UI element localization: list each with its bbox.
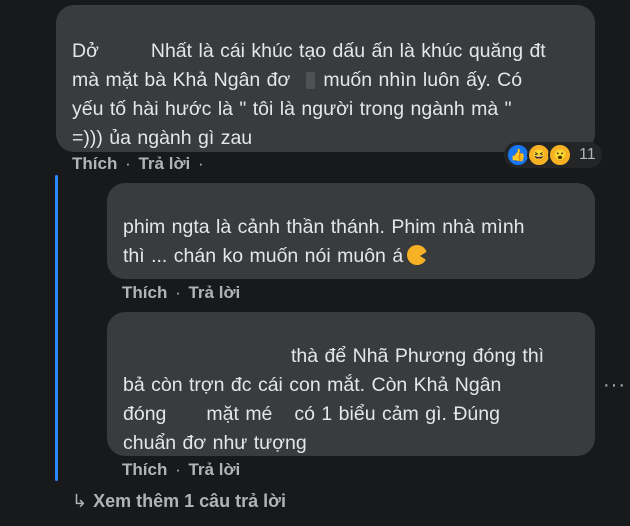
comment-text: =))) ủa ngành gì zau xyxy=(72,127,253,149)
reply-button[interactable]: Trả lời xyxy=(188,460,240,479)
comment-text: Dở xyxy=(72,40,99,62)
reply-actions: Thích · Trả lời xyxy=(122,283,240,303)
separator-dot: · xyxy=(175,283,181,302)
reply-bubble: phim ngta là cảnh thần thánh. Phim nhà m… xyxy=(107,183,595,279)
comment-text: thì ... chán ko muốn nói muôn á xyxy=(123,245,404,267)
see-more-replies-link[interactable]: ↳ Xem thêm 1 câu trả lời xyxy=(72,491,286,512)
see-more-label: Xem thêm 1 câu trả lời xyxy=(93,491,286,511)
comment-actions: Thích · Trả lời · xyxy=(72,154,207,174)
reply-actions: Thích · Trả lời xyxy=(122,460,240,480)
reply-arrow-icon: ↳ xyxy=(72,491,88,511)
comment-text: chuẩn đơ như tượng xyxy=(123,432,307,454)
like-button[interactable]: Thích xyxy=(122,460,167,479)
more-options-icon[interactable]: ··· xyxy=(603,374,626,397)
comment-text: mặt mé xyxy=(206,403,273,425)
reaction-count: 11 xyxy=(579,146,596,163)
comment-text: đóng xyxy=(123,403,167,425)
comment-text: bả còn trợn đc cái con mắt. Còn Khả Ngân xyxy=(123,374,502,396)
comment-text: muốn nhìn luôn ấy. Có xyxy=(323,69,523,91)
like-button[interactable]: Thích xyxy=(122,283,167,302)
comment-text: thà để Nhã Phương đóng thì xyxy=(291,345,545,367)
reply-button[interactable]: Trả lời xyxy=(138,154,190,173)
comment-text: mà mặt bà Khả Ngân đơ xyxy=(72,69,291,91)
comment-line: mà mặt bà Khả Ngân đơ muốn nhìn luôn ấy. … xyxy=(72,66,577,95)
wow-icon: 😮 xyxy=(548,143,572,167)
comment-text: yếu tố hài hước là " tôi là người trong … xyxy=(72,98,512,120)
reaction-summary[interactable]: 👍 😆 😮 11 xyxy=(504,142,602,168)
comment-text: Nhất là cái khúc tạo dấu ấn là khúc quăn… xyxy=(150,40,546,62)
redacted-block xyxy=(306,72,316,90)
comment-line: thì ... chán ko muốn nói muôn á xyxy=(123,242,581,271)
emoji-icon xyxy=(407,245,429,265)
comment-bubble: Dở Nhất là cái khúc tạo dấu ấn là khúc qu… xyxy=(56,5,595,152)
like-button[interactable]: Thích xyxy=(72,154,117,173)
separator-dot: · xyxy=(198,154,204,173)
reply-bubble: thà để Nhã Phương đóng thì bả còn trợn đ… xyxy=(107,312,595,456)
reply-thread-line xyxy=(55,175,58,481)
comment-text: có 1 biểu cảm gì. Đúng xyxy=(294,403,500,425)
comment-line: Dở Nhất là cái khúc tạo dấu ấn là khúc qu… xyxy=(72,37,577,66)
comment-text: phim ngta là cảnh thần thánh. Phim nhà m… xyxy=(123,216,525,238)
comment-line: đóng mặt mé có 1 biểu cảm gì. Đúng xyxy=(123,400,581,429)
reply-button[interactable]: Trả lời xyxy=(188,283,240,302)
separator-dot: · xyxy=(175,460,181,479)
separator-dot: · xyxy=(125,154,131,173)
comment-line: thà để Nhã Phương đóng thì xyxy=(123,342,581,371)
